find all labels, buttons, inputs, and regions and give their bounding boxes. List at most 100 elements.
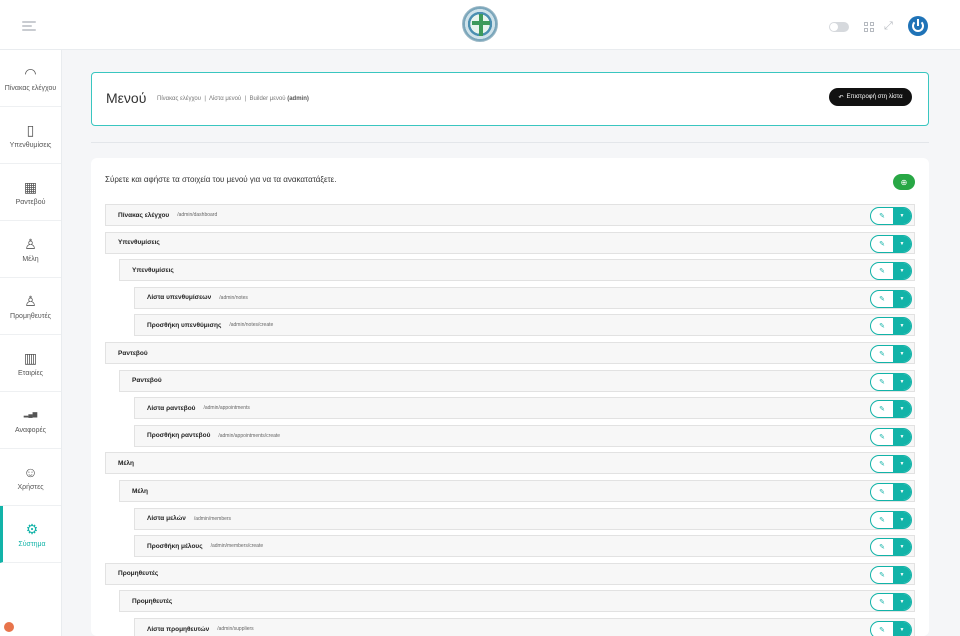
edit-pencil-icon[interactable]: ✎ [871,567,893,583]
theme-toggle[interactable] [829,22,849,32]
chevron-down-icon[interactable]: ▼ [893,428,911,445]
back-button-label: Επιστροφή στη λίστα [846,94,903,100]
edit-pencil-icon[interactable]: ✎ [871,291,893,307]
menu-item-row[interactable]: Προσθήκη υπενθύμισης/admin/notes/create ✎… [134,314,915,337]
menu-item-row[interactable]: Ραντεβού ✎ ▼ [119,369,915,392]
menu-item-row[interactable]: Υπενθυμίσεις ✎ ▼ [119,259,915,282]
menu-item-url: /admin/members [193,515,232,522]
apps-grid-icon[interactable] [864,22,874,32]
edit-pencil-icon[interactable]: ✎ [871,374,893,390]
chevron-down-icon[interactable]: ▼ [893,566,911,583]
sidebar-item[interactable]: ♙ Μέλη [0,221,61,278]
menu-item-actions: ✎ ▼ [870,207,912,225]
sidebar-item[interactable]: ♙ Προμηθευτές [0,278,61,335]
dashboard-gauge-icon: ◠ [24,64,37,81]
edit-pencil-icon[interactable]: ✎ [871,208,893,224]
menu-item-row[interactable]: Προσθήκη μέλους/admin/members/create ✎ ▼ [134,535,915,558]
add-menu-item-button[interactable]: ⊕ [893,174,915,190]
sidebar-item[interactable]: ▂▄▆ Αναφορές [0,392,61,449]
breadcrumb-current: Builder μενού [249,96,286,102]
edit-pencil-icon[interactable]: ✎ [871,263,893,279]
edit-pencil-icon[interactable]: ✎ [871,622,893,636]
menu-item-row[interactable]: Υπενθυμίσεις ✎ ▼ [105,231,915,254]
chevron-down-icon[interactable]: ▼ [893,401,911,418]
breadcrumb-dashboard[interactable]: Πίνακας ελέγχου [157,96,201,102]
chevron-down-icon[interactable]: ▼ [893,484,911,500]
chevron-down-icon[interactable]: ▼ [893,290,911,307]
bar-chart-icon: ▂▄▆ [23,411,38,418]
sidebar-item[interactable]: ▦ Ραντεβού [0,164,61,221]
divider [91,142,929,143]
menu-builder-card: Σύρετε και αφήστε τα στοιχεία του μενού … [91,158,929,636]
chevron-down-icon[interactable]: ▼ [893,318,911,335]
fullscreen-icon[interactable]: ⤢ [884,20,893,33]
power-icon[interactable] [908,16,928,36]
page-title: Μενού [106,90,147,106]
edit-pencil-icon[interactable]: ✎ [871,401,893,417]
chevron-down-icon[interactable]: ▼ [893,346,911,362]
menu-item-row[interactable]: Λίστα υπενθυμίσεων/admin/notes ✎ ▼ [134,286,915,309]
sidebar-item-label: Προμηθευτές [10,312,51,320]
menu-item-title: Λίστα υπενθυμίσεων [147,294,212,302]
breadcrumb-menu-list[interactable]: Λίστα μενού [209,96,241,102]
edit-pencil-icon[interactable]: ✎ [871,594,893,610]
menu-item-actions: ✎ ▼ [870,621,912,636]
sidebar-item[interactable]: ◠ Πίνακας ελέγχου [0,50,61,107]
menu-item-row[interactable]: Λίστα ραντεβού/admin/appointments ✎ ▼ [134,397,915,420]
edit-pencil-icon[interactable]: ✎ [871,484,893,500]
breadcrumb-scope: (admin) [287,96,309,102]
sidebar-item-label: Πίνακας ελέγχου [4,84,57,92]
chevron-down-icon[interactable]: ▼ [893,539,911,556]
chevron-down-icon[interactable]: ▼ [893,511,911,528]
menu-item-row[interactable]: Προμηθευτές ✎ ▼ [105,562,915,585]
menu-item-row[interactable]: Προμηθευτές ✎ ▼ [119,590,915,613]
menu-item-actions: ✎ ▼ [870,483,912,501]
sidebar-item[interactable]: ⚙ Σύστημα [0,506,61,563]
back-arrow-icon: ↶ [838,94,844,101]
edit-pencil-icon[interactable]: ✎ [871,318,893,334]
users-icon: ♙ [24,292,37,309]
menu-item-url: /admin/appointments/create [218,432,281,439]
sidebar: ◠ Πίνακας ελέγχου ▯ Υπενθυμίσεις ▦ Ραντεβού ♙ Μ… [0,50,62,636]
menu-item-row[interactable]: Ραντεβού ✎ ▼ [105,342,915,364]
chevron-down-icon[interactable]: ▼ [893,456,911,473]
edit-pencil-icon[interactable]: ✎ [871,512,893,528]
menu-item-title: Λίστα μελών [147,515,186,523]
sidebar-item[interactable]: ▥ Εταιρίες [0,335,61,392]
menu-item-row[interactable]: Μέλη ✎ ▼ [105,452,915,475]
sidebar-item[interactable]: ▯ Υπενθυμίσεις [0,107,61,164]
menu-item-title: Υπενθυμίσεις [132,266,174,274]
instructions-text: Σύρετε και αφήστε τα στοιχεία του μενού … [105,175,337,184]
edit-pencil-icon[interactable]: ✎ [871,539,893,555]
menu-item-actions: ✎ ▼ [870,427,912,446]
menu-item-title: Πίνακας ελέγχου [118,211,170,219]
chevron-down-icon[interactable]: ▼ [893,622,911,636]
menu-item-actions: ✎ ▼ [870,400,912,419]
back-to-list-button[interactable]: ↶ Επιστροφή στη λίστα [829,88,912,106]
menu-item-actions: ✎ ▼ [870,372,912,391]
breadcrumb-separator: | [242,96,248,102]
status-indicator-icon [4,622,14,632]
menu-item-row[interactable]: Προσθήκη ραντεβού/admin/appointments/cre… [134,424,915,447]
sidebar-item-label: Αναφορές [15,426,46,434]
edit-pencil-icon[interactable]: ✎ [871,429,893,445]
menu-item-row[interactable]: Λίστα προμηθευτών/admin/suppliers ✎ ▼ [134,618,915,636]
menu-item-title: Προμηθευτές [132,597,173,605]
menu-item-actions: ✎ ▼ [870,262,912,281]
chevron-down-icon[interactable]: ▼ [893,263,911,280]
chevron-down-icon[interactable]: ▼ [893,594,911,611]
menu-item-row[interactable]: Μέλη ✎ ▼ [119,480,915,502]
menu-item-row[interactable]: Πίνακας ελέγχου/admin/dashboard ✎ ▼ [105,204,915,226]
chevron-down-icon[interactable]: ▼ [893,208,911,224]
menu-item-row[interactable]: Λίστα μελών/admin/members ✎ ▼ [134,507,915,530]
clinic-logo-icon[interactable] [462,6,498,42]
chevron-down-icon[interactable]: ▼ [893,235,911,252]
edit-pencil-icon[interactable]: ✎ [871,346,893,362]
edit-pencil-icon[interactable]: ✎ [871,236,893,252]
chevron-down-icon[interactable]: ▼ [893,373,911,390]
menu-toggle-icon[interactable] [22,21,36,31]
menu-item-actions: ✎ ▼ [870,565,912,584]
user-icon: ♙ [24,235,37,252]
sidebar-item[interactable]: ☺ Χρήστες [0,449,61,506]
edit-pencil-icon[interactable]: ✎ [871,456,893,472]
